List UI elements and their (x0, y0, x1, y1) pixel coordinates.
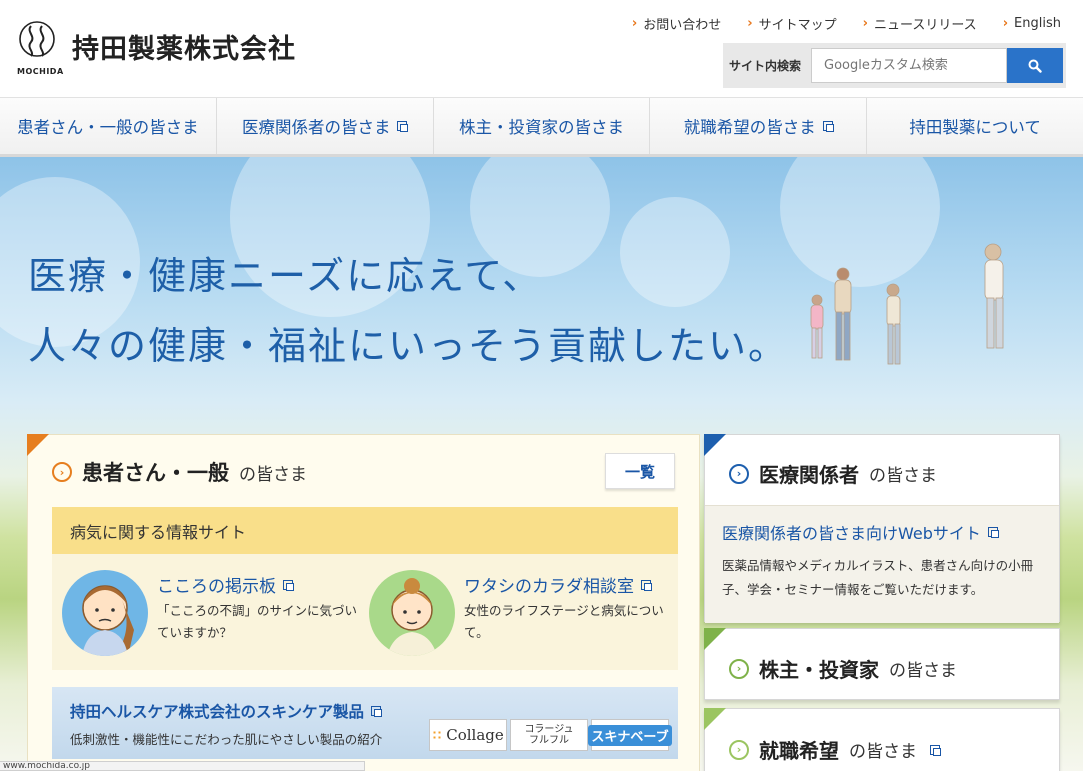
career-title-strong: 就職希望 (759, 739, 839, 763)
nav-label: 就職希望の皆さま (683, 118, 816, 137)
disease-info-header: 病気に関する情報サイト (52, 507, 678, 554)
brand-skinababe[interactable]: スキナベーブ (588, 719, 672, 751)
circle-chevron-icon: › (729, 658, 749, 679)
medical-website-link[interactable]: 医療関係者の皆さま向けWebサイト (722, 520, 999, 544)
sitemap-link[interactable]: › サイトマップ (747, 14, 836, 33)
investor-title-strong: 株主・投資家 (759, 658, 879, 682)
hero-headline-line1: 医療・健康ニーズに応えて、 (28, 254, 543, 298)
patients-panel-title[interactable]: › 患者さん・一般 の皆さま (52, 457, 307, 487)
medical-desc: 医薬品情報やメディカルイラスト、患者さん向けの小冊子、学会・セミナー情報をご覧い… (722, 558, 1034, 597)
career-panel[interactable]: › 就職希望 の皆さま (704, 708, 1060, 771)
orange-corner-decoration (27, 434, 49, 456)
karada-link[interactable]: ワタシのカラダ相談室 (464, 572, 652, 597)
external-link-icon (930, 744, 941, 756)
external-link-icon (397, 121, 409, 132)
chevron-right-icon: › (862, 16, 868, 31)
company-name: 持田製薬株式会社 (72, 34, 296, 65)
skincare-desc: 低刺激性・機能性にこだわった肌にやさしい製品の紹介 (70, 732, 383, 747)
disease-info-body: こころの掲示板 「こころの不調」のサインに気づいていますか？ ワタシのカラダ相談… (52, 554, 678, 670)
site-header: MOCHIDA 持田製薬株式会社 › お問い合わせ › サイトマップ › ニュースリリ… (0, 0, 1083, 97)
nav-careers[interactable]: 就職希望の皆さま (650, 98, 868, 154)
patients-title-strong: 患者さん・一般 (82, 461, 229, 485)
medical-title-strong: 医療関係者 (759, 463, 859, 487)
nav-about[interactable]: 持田製薬について (867, 98, 1083, 154)
investor-title-weak: の皆さま (889, 661, 957, 681)
karada-desc: 女性のライフステージと病気について。 (464, 603, 664, 640)
brand-collage[interactable]: Collage (429, 719, 507, 751)
contact-link-label: お問い合わせ (643, 18, 722, 33)
medical-panel: › 医療関係者 の皆さま 医療関係者の皆さま向けWebサイト 医薬品情報やメディ… (704, 434, 1060, 623)
nav-label: 患者さん・一般の皆さま (17, 118, 199, 137)
brand-collage-furufuru-label: コラージュ フルフル (524, 724, 574, 746)
search-label: サイト内検索 (729, 59, 802, 73)
external-link-icon (283, 579, 294, 591)
medical-website-link-label: 医療関係者の皆さま向けWebサイト (722, 524, 981, 543)
nav-label: 医療関係者の皆さま (241, 118, 391, 137)
nav-investors[interactable]: 株主・投資家の皆さま (434, 98, 651, 154)
medical-panel-title[interactable]: › 医療関係者 の皆さま (729, 459, 937, 488)
search-icon (1028, 59, 1042, 73)
career-panel-title[interactable]: › 就職希望 の皆さま (729, 735, 941, 764)
nav-label: 持田製薬について (909, 118, 1041, 137)
kokoro-link[interactable]: こころの掲示板 (157, 572, 294, 597)
english-link-label: English (1014, 16, 1061, 31)
global-nav: 患者さん・一般の皆さま 医療関係者の皆さま 株主・投資家の皆さま 就職希望の皆さ… (0, 97, 1083, 157)
chevron-right-icon: › (747, 16, 753, 31)
circle-chevron-icon: › (729, 739, 749, 760)
nav-label: 株主・投資家の皆さま (458, 118, 624, 137)
search-input[interactable] (811, 48, 1007, 83)
walking-family-illustration (810, 243, 1004, 365)
investor-panel[interactable]: › 株主・投資家 の皆さま (704, 628, 1060, 700)
chevron-right-icon: › (631, 16, 638, 31)
circle-chevron-icon: › (729, 463, 749, 484)
lightgreen-corner-decoration (704, 708, 726, 730)
nav-patients[interactable]: 患者さん・一般の皆さま (0, 98, 217, 154)
logo-subtext: MOCHIDA (17, 67, 64, 76)
collage-dots-icon (432, 730, 443, 740)
circle-chevron-icon: › (52, 462, 72, 482)
skincare-banner[interactable]: 持田ヘルスケア株式会社のスキンケア製品 低刺激性・機能性にこだわった肌にやさしい… (52, 687, 678, 759)
external-link-icon (371, 706, 383, 717)
patients-title-weak: の皆さま (239, 464, 307, 485)
search-button[interactable] (1007, 48, 1063, 83)
sitemap-link-label: サイトマップ (758, 18, 837, 33)
list-button[interactable]: 一覧 (605, 453, 675, 489)
medical-sub-section: 医療関係者の皆さま向けWebサイト 医薬品情報やメディカルイラスト、患者さん向け… (705, 505, 1059, 623)
skincare-title-label: 持田ヘルスケア株式会社のスキンケア製品 (70, 703, 365, 721)
browser-status-bar: www.mochida.co.jp (0, 761, 365, 771)
career-title-weak: の皆さま (849, 742, 917, 762)
hero-headline-line2: 人々の健康・福祉にいっそう貢献したい。 (28, 324, 789, 368)
karada-link-label: ワタシのカラダ相談室 (464, 577, 634, 597)
external-link-icon (987, 527, 999, 538)
chevron-right-icon: › (1002, 16, 1009, 31)
medical-title-weak: の皆さま (869, 466, 937, 486)
brand-collage-furufuru[interactable]: コラージュ フルフル (510, 719, 588, 751)
blue-corner-decoration (704, 434, 726, 456)
utility-links: › お問い合わせ › サイトマップ › ニュースリリース › English (632, 14, 1061, 33)
brand-collage-label: Collage (446, 726, 504, 744)
company-logo[interactable]: MOCHIDA 持田製薬株式会社 (17, 20, 296, 76)
external-link-icon (641, 579, 652, 591)
kokoro-avatar (62, 570, 148, 656)
skincare-title[interactable]: 持田ヘルスケア株式会社のスキンケア製品 (70, 700, 383, 722)
external-link-icon (822, 121, 834, 132)
investor-panel-title[interactable]: › 株主・投資家 の皆さま (729, 654, 957, 683)
contact-link[interactable]: › お問い合わせ (632, 14, 721, 33)
english-link[interactable]: › English (1003, 14, 1061, 33)
brand-skinababe-label: スキナベーブ (588, 724, 672, 746)
news-release-link[interactable]: › ニュースリリース (863, 14, 977, 33)
kokoro-desc: 「こころの不調」のサインに気づいていますか？ (157, 603, 358, 640)
mochida-logo-mark: MOCHIDA (17, 20, 64, 76)
patients-panel: › 患者さん・一般 の皆さま 一覧 病気に関する情報サイト こころの掲示板 「こ… (27, 434, 700, 771)
green-corner-decoration (704, 628, 726, 650)
nav-medical[interactable]: 医療関係者の皆さま (217, 98, 434, 154)
bokeh-decoration (620, 197, 730, 307)
site-search: サイト内検索 (723, 43, 1066, 88)
kokoro-link-label: こころの掲示板 (157, 577, 276, 597)
karada-avatar (369, 570, 455, 656)
news-release-link-label: ニュースリリース (873, 18, 977, 33)
